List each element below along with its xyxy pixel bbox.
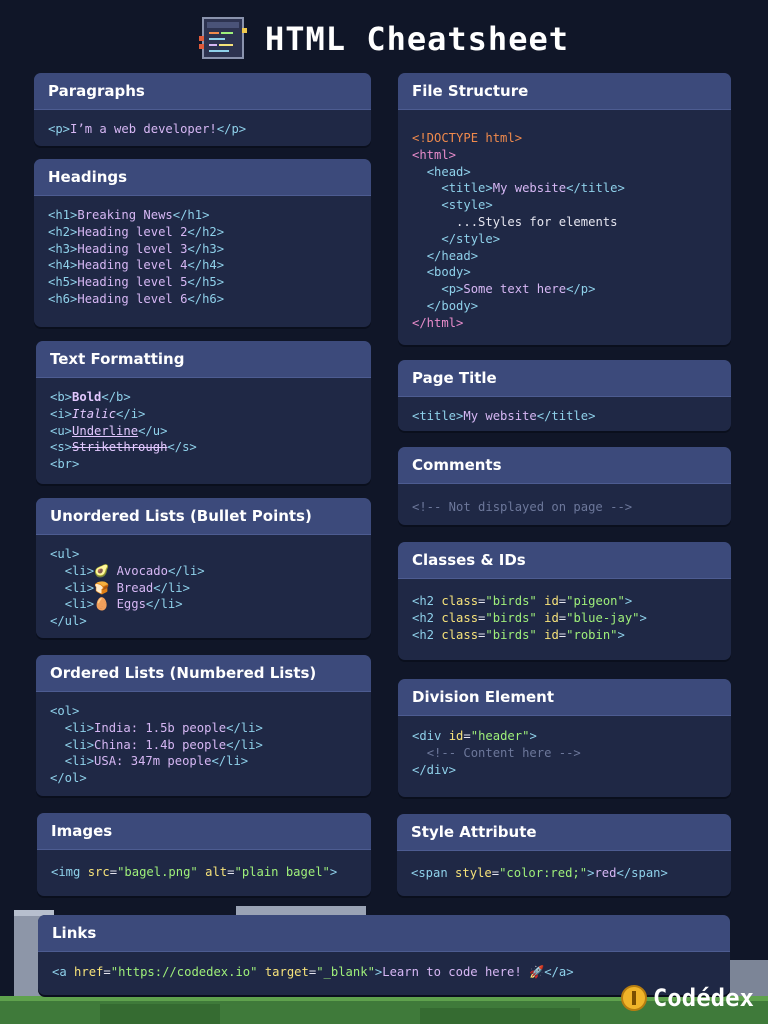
code-block: <span style="color:red;">red</span> [411,866,668,880]
list-item: <li>🥚 Eggs</li> [64,597,183,612]
code-line: <h5>Heading level 5</h5> [48,275,225,290]
card-title: Images [37,813,371,850]
code-block: <img src="bagel.png" alt="plain bagel"> [51,865,338,879]
card-title: Text Formatting [36,341,371,378]
code-block: <!DOCTYPE html> <html> <head> <title>My … [412,131,625,330]
style-attribute-card: Style Attribute <span style="color:red;"… [397,814,731,896]
ordered-lists-card: Ordered Lists (Numbered Lists) <ol> <li>… [36,655,371,796]
title-bar: HTML Cheatsheet [0,12,768,66]
code-line: <b>Bold</b> [50,390,131,404]
list-item: <li>🥑 Avocado</li> [64,563,205,578]
card-title: Headings [34,159,371,196]
code-terminal-icon [199,17,247,59]
code-line: <h3>Heading level 3</h3> [48,241,225,256]
code-line: <h2 class="birds" id="pigeon"> [412,594,633,608]
comments-card: Comments <!-- Not displayed on page --> [398,447,731,525]
bread-icon: 🍞 [94,580,110,595]
card-title: Division Element [398,679,731,716]
code-block: <h1>Breaking News</h1> <h2>Heading level… [34,196,371,319]
code-line: <h2 class="birds" id="blue-jay"> [412,610,647,625]
code-block: <title>My website</title> [412,409,596,423]
code-line: <br> [50,457,80,472]
list-item: <li>India: 1.5b people</li> [64,720,263,735]
paragraphs-card: Paragraphs <p>I’m a web developer!</p> [34,73,371,146]
avocado-icon: 🥑 [94,563,110,578]
page-title-card: Page Title <title>My website</title> [398,360,731,431]
code-block: <p>I’m a web developer!</p> [48,122,247,136]
logo-text: Codédex [652,984,754,1012]
classes-ids-card: Classes & IDs <h2 class="birds" id="pige… [398,542,731,660]
card-title: Classes & IDs [398,542,731,579]
card-title: Links [38,915,730,952]
card-title: Comments [398,447,731,484]
codedex-logo: Codédex [620,984,754,1012]
card-title: File Structure [398,73,731,110]
unordered-lists-card: Unordered Lists (Bullet Points) <ul> <li… [36,498,371,638]
code-line: <i>Italic</i> [50,406,146,421]
code-line: <s>Strikethrough</s> [50,440,197,455]
card-title: Unordered Lists (Bullet Points) [36,498,371,535]
headings-card: Headings <h1>Breaking News</h1> <h2>Head… [34,159,371,327]
code-line: <h6>Heading level 6</h6> [48,291,225,306]
code-line: <h1>Breaking News</h1> [48,208,210,222]
card-title: Page Title [398,360,731,397]
egg-icon: 🥚 [94,597,110,612]
list-item: <li>China: 1.4b people</li> [64,737,263,752]
links-card: Links <a href="https://codedex.io" targe… [38,915,730,995]
card-title: Style Attribute [397,814,731,851]
file-structure-card: File Structure <!DOCTYPE html> <html> <h… [398,73,731,345]
code-block: <div id="header"> <!-- Content here --> … [412,729,581,777]
code-block: <h2 class="birds" id="pigeon"> <h2 class… [398,579,731,654]
coin-icon [620,985,647,1011]
text-formatting-card: Text Formatting <b>Bold</b> <i>Italic</i… [36,341,371,484]
card-title: Ordered Lists (Numbered Lists) [36,655,371,692]
code-block: <!-- Not displayed on page --> [412,500,633,514]
page-title: HTML Cheatsheet [265,20,569,58]
list-item: <li>USA: 347m people</li> [64,754,249,769]
code-block: <b>Bold</b> <i>Italic</i> <u>Underline</… [36,378,371,484]
code-line: <h2 class="birds" id="robin"> [412,627,625,642]
code-block: <ol> <li>India: 1.5b people</li> <li>Chi… [50,704,263,786]
images-card: Images <img src="bagel.png" alt="plain b… [37,813,371,896]
card-title: Paragraphs [34,73,371,110]
code-block: <ul> <li>🥑 Avocado</li> <li>🍞 Bread</li>… [50,547,205,629]
code-line: <h2>Heading level 2</h2> [48,224,225,239]
code-line: <h4>Heading level 4</h4> [48,258,225,273]
division-element-card: Division Element <div id="header"> <!-- … [398,679,731,797]
code-line: <u>Underline</u> [50,423,168,438]
list-item: <li>🍞 Bread</li> [64,580,190,595]
